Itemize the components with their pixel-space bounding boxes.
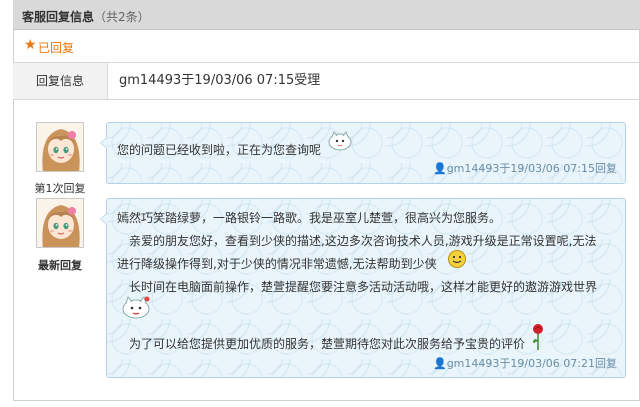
reply-info-label: 回复信息 [13,63,108,99]
rose-icon [533,324,543,350]
cat-emoticon-icon [328,130,352,151]
avatar-caption-1: 第1次回复 [34,182,86,195]
person-icon: 👤 [433,162,447,175]
agent-avatar [36,122,84,172]
panel-title-text: 客服回复信息 [22,10,95,24]
agent-avatar [36,198,84,248]
bubble-pointer [100,213,107,225]
message-meta-text: gm14493于19/03/06 07:21回复 [446,357,617,370]
reply-info-value: gm14493于19/03/06 07:15受理 [119,73,321,88]
message-meta: 👤gm14493于19/03/06 07:21回复 [433,355,617,371]
message-text: 您的问题已经收到啦，正在为您查询呢 [117,143,322,157]
message-meta: 👤gm14493于19/03/06 07:15回复 [433,160,617,176]
status-row: ★ 已回复 [13,30,640,62]
bubble-pointer [100,137,107,149]
message-line: 长时间在电脑面前操作，楚萱提醒您要注意多活动活动哦，这样才能更好的遨游游戏世界 [129,280,598,294]
girl-avatar-icon [37,123,83,171]
status-label: 已回复 [38,41,75,55]
star-icon: ★ [24,37,37,53]
message-bubble-1: 您的问题已经收到啦，正在为您查询呢 👤gm14493于19/03/06 07:1… [100,122,626,184]
person-icon: 👤 [433,357,447,370]
message-bubble-2: 嫣然巧笑踏绿萝，一路银铃一路歌。我是巫室儿楚萱，很高兴为您服务。 亲爱的朋友您好… [100,198,626,378]
girl-avatar-icon [37,199,83,247]
message-line: 亲爱的朋友您好，查看到少侠的描述,这边多次咨询技术人员,游戏升级是正常设置呢,无… [129,234,597,248]
message-line: 进行降级操作得到,对于少侠的情况非常遗憾,无法帮助到少侠 [117,257,437,271]
message-meta-text: gm14493于19/03/06 07:15回复 [446,162,617,175]
smiley-emoticon-icon [448,250,466,268]
message-line: 嫣然巧笑踏绿萝，一路银铃一路歌。我是巫室儿楚萱，很高兴为您服务。 [117,211,502,225]
message-line: 为了可以给您提供更加优质的服务，楚萱期待您对此次服务给予宝贵的评价 [129,337,526,351]
panel-header: 客服回复信息（共2条） [13,0,640,30]
panel-title: 客服回复信息（共2条） [22,8,150,25]
cat-emoticon-icon [122,295,150,319]
reply-info-row: 回复信息 gm14493于19/03/06 07:15受理 [13,62,640,100]
reply-count: （共2条） [94,10,150,24]
avatar-caption-2: 最新回复 [38,259,82,272]
